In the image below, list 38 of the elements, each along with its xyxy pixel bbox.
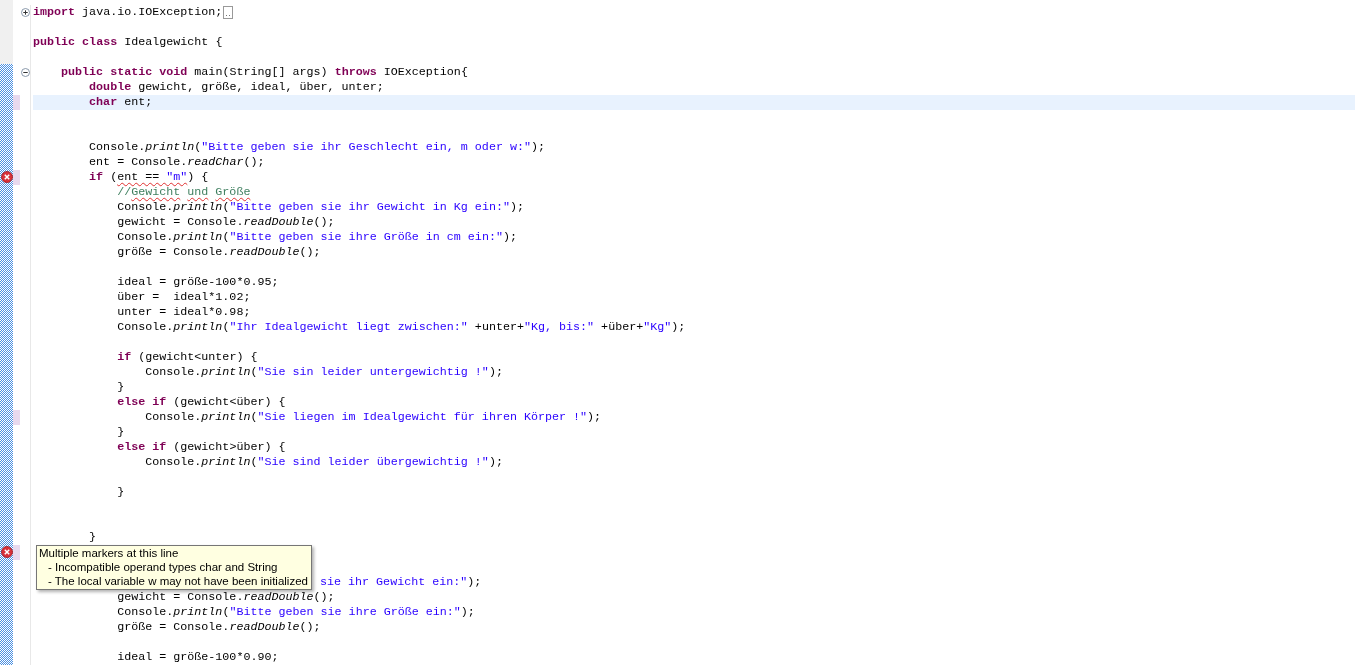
code-line: Console.println("Sie liegen im Idealgewicht für ihren Körper !");: [145, 410, 602, 425]
code-line: if (ent == "m") {: [89, 170, 209, 185]
collapse-icon[interactable]: [20, 68, 30, 77]
code-line: größe = Console.readDouble();: [117, 245, 321, 260]
code-line: über = ideal*1.02;: [117, 290, 251, 305]
tooltip-title: Multiple markers at this line: [39, 546, 180, 560]
code-line: import java.io.IOException;: [33, 5, 223, 20]
tooltip-message: - The local variable w may not have been initialized: [47, 574, 308, 588]
code-line: Console.println("Bitte geben sie ihre Größe in cm ein:");: [117, 230, 517, 245]
code-line: else if (gewicht<über) {: [117, 395, 286, 410]
code-line: Console.println("Bitte geben sie ihr Gewicht in Kg ein:");: [117, 200, 524, 215]
code-line: char ent;: [89, 95, 153, 110]
code-line: else if (gewicht>über) {: [117, 440, 286, 455]
code-line: }: [89, 530, 97, 545]
code-line: Console.println("Bitte geben sie ihre Größe ein:");: [117, 605, 475, 620]
code-line: if (gewicht<unter) {: [117, 350, 258, 365]
code-line: unter = ideal*0.98;: [117, 305, 251, 320]
code-line: Console.println("Sie sin leider untergewichtig !");: [145, 365, 503, 380]
code-line: ideal = größe-100*0.90;: [117, 650, 279, 665]
code-line: gewicht = Console.readDouble();: [117, 215, 335, 230]
code-line: ideal = größe-100*0.95;: [117, 275, 279, 290]
code-line: Console.println("Ihr Idealgewicht liegt zwischen:" +unter+"Kg, bis:" +über+"Kg");: [117, 320, 686, 335]
expand-icon[interactable]: [20, 8, 30, 17]
code-line: public static void main(String[] args) throws IOException{: [61, 65, 468, 80]
code-line: }: [117, 425, 125, 440]
code-line: sie ihr Gewicht ein:");: [320, 575, 482, 590]
code-line: größe = Console.readDouble();: [117, 620, 321, 635]
tooltip-message: - Incompatible operand types char and String: [47, 560, 279, 574]
code-line: }: [117, 380, 125, 395]
code-line: }: [117, 485, 125, 500]
code-line: //Gewicht und Größe: [117, 185, 251, 200]
code-line: double gewicht, größe, ideal, über, unter;: [89, 80, 384, 95]
code-line: public class Idealgewicht {: [33, 35, 223, 50]
folded-code-icon[interactable]: [223, 6, 234, 19]
code-line: Console.println("Sie sind leider übergewichtig !");: [145, 455, 503, 470]
code-line: Console.println("Bitte geben sie ihr Geschlecht ein, m oder w:");: [89, 140, 545, 155]
code-line: gewicht = Console.readDouble();: [117, 590, 335, 605]
code-line: ent = Console.readChar();: [89, 155, 265, 170]
